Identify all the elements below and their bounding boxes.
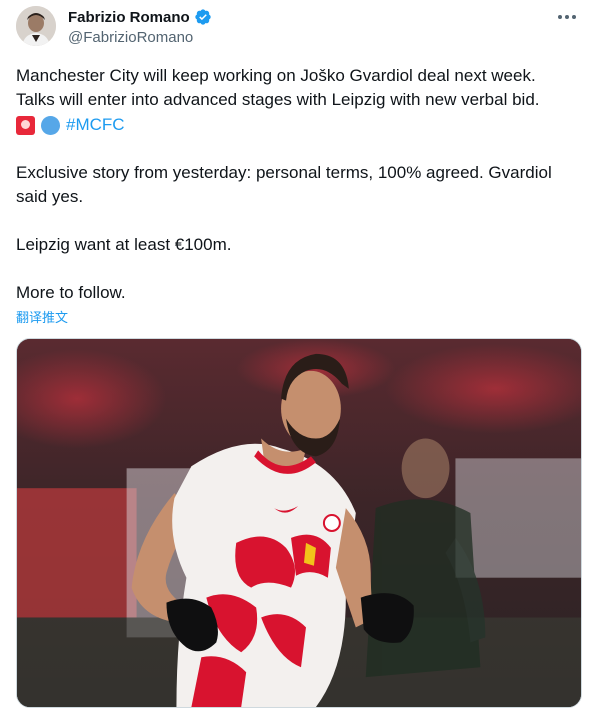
tweet-paragraph-4: More to follow.	[16, 283, 126, 302]
hashtag-link[interactable]: #MCFC	[66, 113, 125, 137]
tweet-paragraph-3: Leipzig want at least €100m.	[16, 235, 232, 254]
tweet-photo[interactable]	[16, 338, 582, 708]
blue-circle-emoji-icon	[41, 115, 60, 135]
author-handle[interactable]: @FabrizioRomano	[68, 29, 193, 46]
avatar-photo	[16, 6, 56, 46]
tweet-line-2: Talks will enter into advanced stages wi…	[16, 90, 540, 109]
tweet-line-1: Manchester City will keep working on Još…	[16, 66, 536, 85]
author-name-line[interactable]: Fabrizio Romano	[68, 8, 212, 26]
author-avatar[interactable]	[16, 6, 56, 46]
tweet-text: Manchester City will keep working on Još…	[16, 64, 576, 305]
verified-badge-icon	[194, 9, 211, 25]
emoji-hashtag-line: #MCFC	[16, 113, 576, 137]
more-options-icon[interactable]	[554, 4, 580, 30]
siren-emoji-icon	[16, 115, 35, 135]
tweet-paragraph-2: Exclusive story from yesterday: personal…	[16, 163, 552, 206]
author-display-name[interactable]: Fabrizio Romano	[68, 9, 190, 26]
tweet-card[interactable]: Fabrizio Romano @FabrizioRomano Manchest…	[0, 0, 594, 711]
translate-tweet-link[interactable]: 翻译推文	[16, 307, 68, 326]
football-player-photo	[17, 339, 581, 707]
